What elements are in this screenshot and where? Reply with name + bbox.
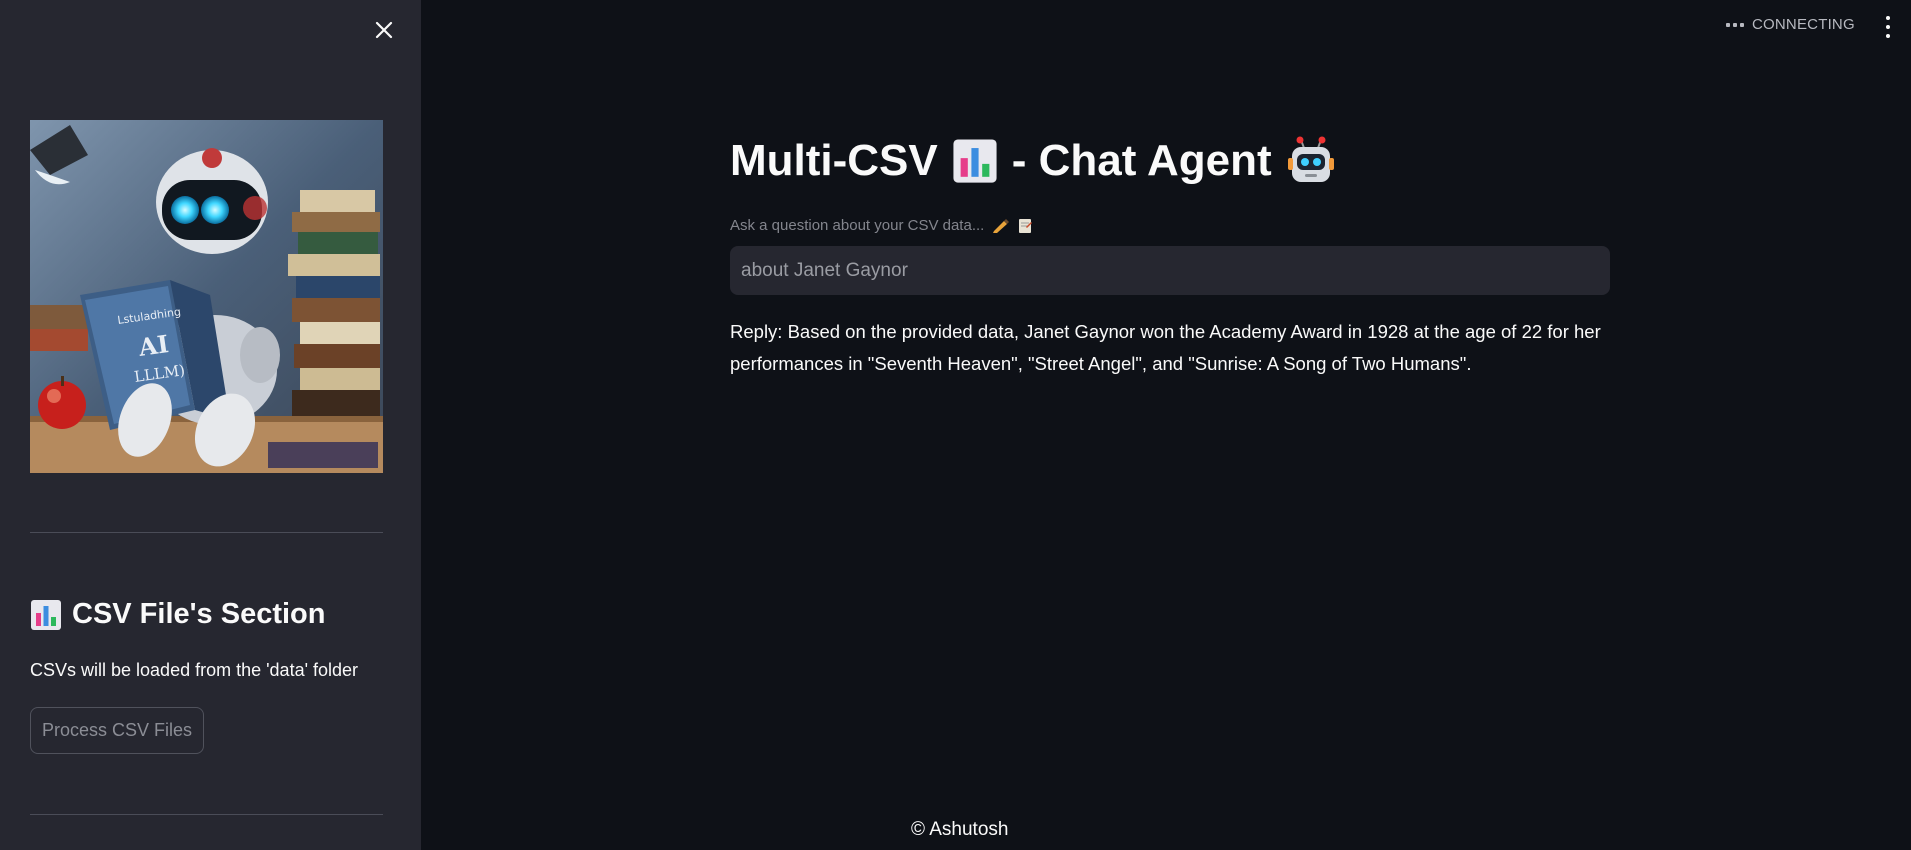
- process-csv-button[interactable]: Process CSV Files: [30, 707, 204, 754]
- connection-status: CONNECTING: [1726, 16, 1855, 33]
- bar-chart-icon: [953, 139, 997, 183]
- robot-reading-image: Lstuladhing AI LLLM): [30, 120, 383, 473]
- title-text: Multi-CSV: [730, 136, 938, 185]
- title-suffix: - Chat Agent: [1011, 136, 1272, 185]
- footer-credit: © Ashutosh: [911, 819, 1009, 840]
- sidebar-divider-top: [30, 532, 383, 533]
- sidebar-divider-bottom: [30, 814, 383, 815]
- section-description: CSVs will be loaded from the 'data' fold…: [30, 660, 359, 680]
- kebab-dot: [1886, 25, 1890, 29]
- section-title: CSV File's Section: [72, 598, 326, 630]
- main-menu-button[interactable]: [1883, 16, 1893, 38]
- reply-text: Reply: Based on the provided data, Janet…: [730, 321, 1601, 374]
- close-icon: [375, 21, 393, 39]
- robot-face-icon: [1287, 136, 1334, 182]
- question-input[interactable]: [730, 246, 1610, 295]
- page-title: Multi-CSV - Chat Agent: [730, 136, 1336, 186]
- csv-section-heading: CSV File's Section: [30, 598, 325, 631]
- book-text-2: AI: [136, 329, 171, 362]
- kebab-dot: [1886, 16, 1890, 20]
- bar-chart-icon: [31, 599, 61, 630]
- close-sidebar-button[interactable]: [372, 18, 396, 42]
- writing-hand-icon: [993, 218, 1010, 233]
- memo-icon: [1019, 218, 1033, 233]
- question-input-label: Ask a question about your CSV data...: [730, 217, 1033, 234]
- input-label-text: Ask a question about your CSV data...: [730, 217, 985, 234]
- kebab-dot: [1886, 34, 1890, 38]
- status-text: CONNECTING: [1752, 16, 1855, 33]
- status-dots-icon: [1726, 22, 1744, 27]
- sidebar: Lstuladhing AI LLLM) CSV File's Section: [0, 0, 421, 850]
